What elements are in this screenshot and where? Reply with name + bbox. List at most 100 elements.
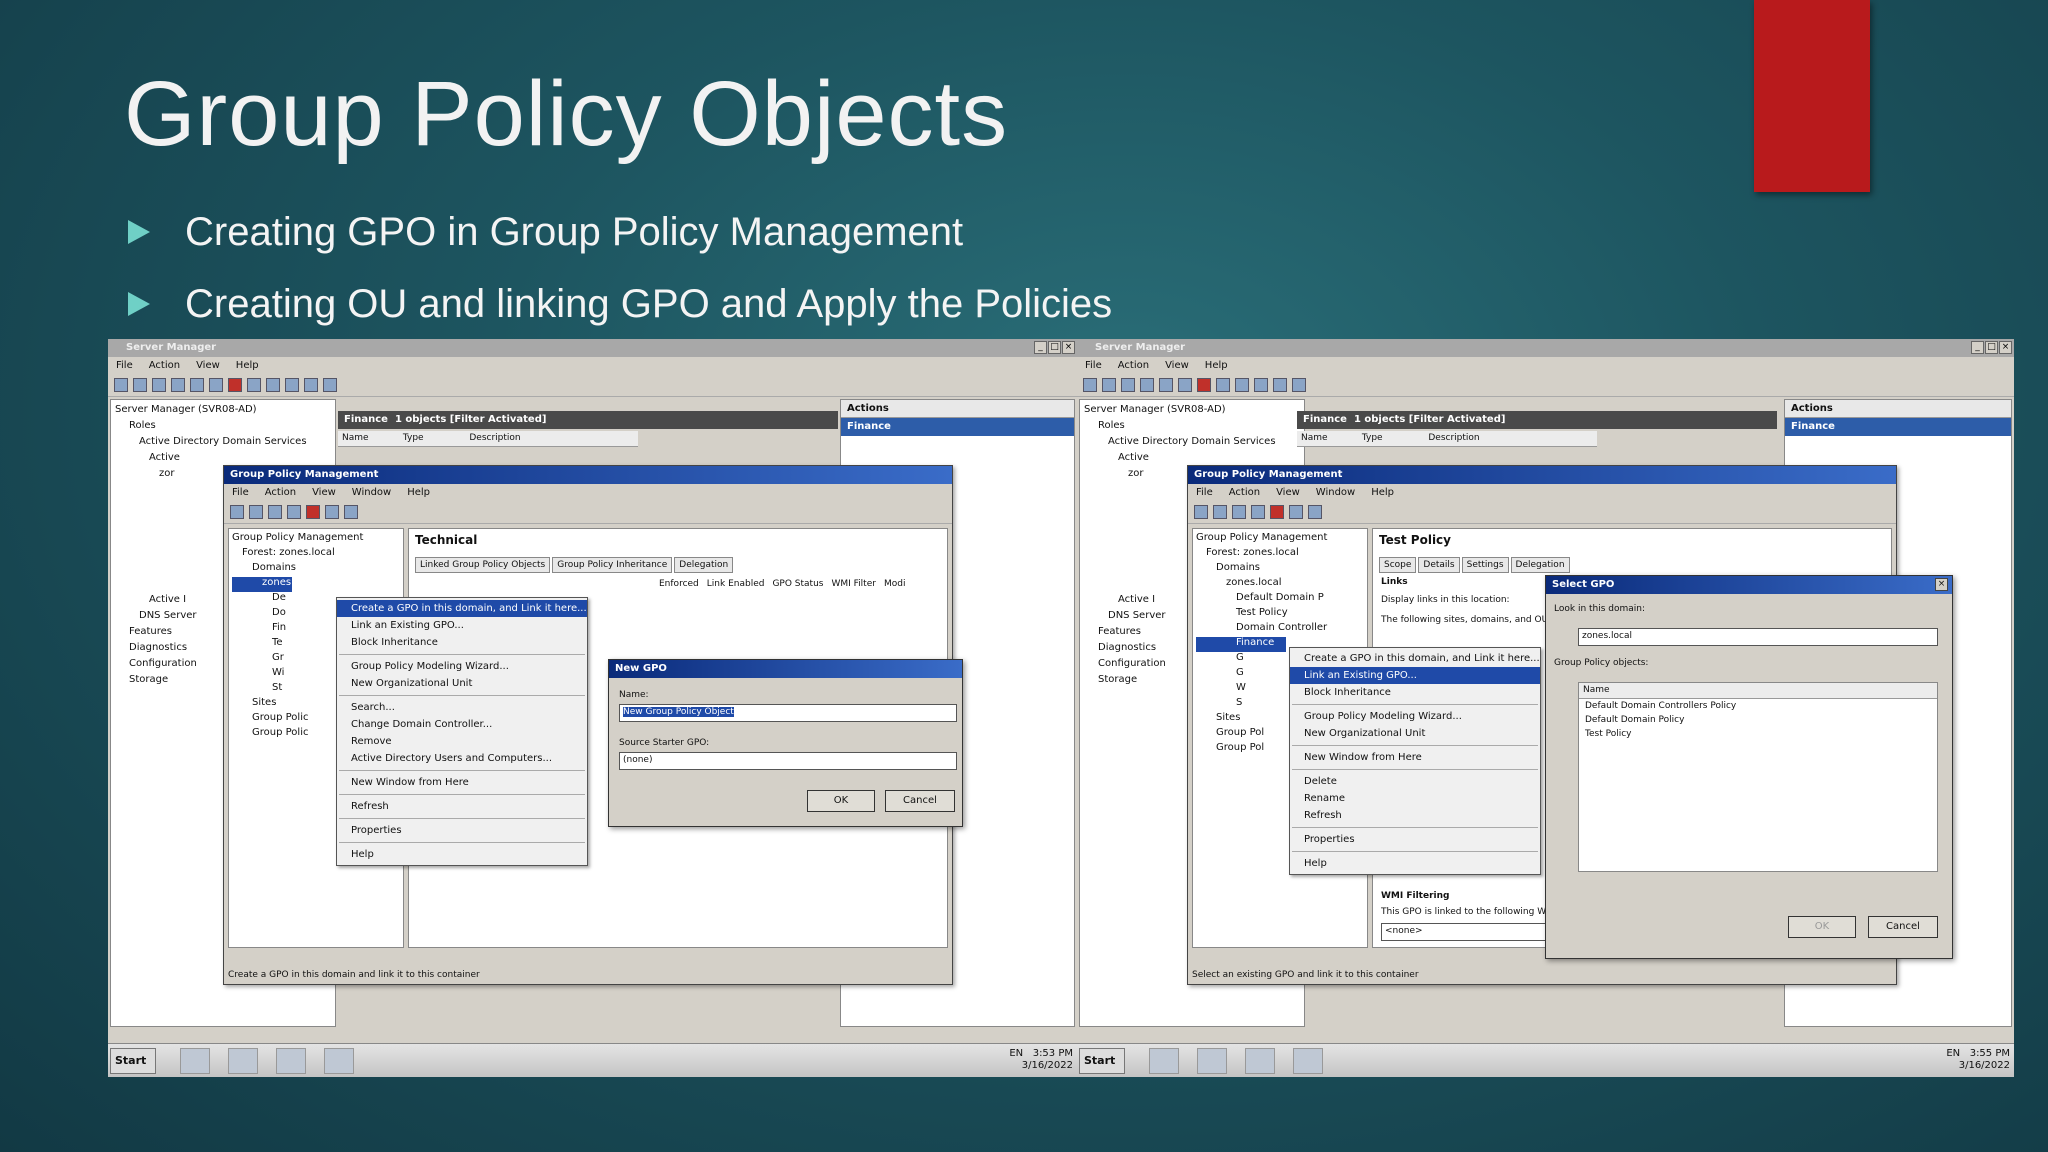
clock-time[interactable]: 3:53 PM: [1033, 1048, 1073, 1059]
menu-block-inheritance[interactable]: Block Inheritance: [337, 634, 587, 651]
forward-icon[interactable]: [1102, 378, 1116, 392]
gpm-menu-help[interactable]: Help: [1371, 487, 1394, 499]
powershell-icon[interactable]: [1197, 1048, 1227, 1074]
refresh-icon[interactable]: [1235, 378, 1249, 392]
gpm-tree-item-selected[interactable]: zones.local: [232, 577, 318, 592]
menu-link-existing[interactable]: Link an Existing GPO...: [1290, 667, 1540, 684]
menu-action[interactable]: Action: [149, 360, 180, 372]
column-name[interactable]: Name: [1301, 433, 1328, 443]
gpm-tree-item-selected[interactable]: Finance: [1196, 637, 1286, 652]
gpm-tree-item[interactable]: Domains: [232, 562, 400, 577]
gpm-tree-item[interactable]: Test Policy: [1196, 607, 1364, 622]
view-icon[interactable]: [1292, 378, 1306, 392]
back-icon[interactable]: [230, 505, 244, 519]
tree-item[interactable]: Roles: [115, 420, 331, 436]
menu-create-gpo[interactable]: Create a GPO in this domain, and Link it…: [337, 600, 587, 617]
server-manager-icon[interactable]: [180, 1048, 210, 1074]
gpo-list-item[interactable]: Test Policy: [1579, 727, 1937, 741]
export-icon[interactable]: [285, 378, 299, 392]
col-enforced[interactable]: Enforced: [659, 579, 699, 589]
col-link-enabled[interactable]: Link Enabled: [707, 579, 765, 589]
wmi-filter-select[interactable]: <none>: [1381, 923, 1551, 941]
gpo-list-header[interactable]: Name: [1579, 683, 1937, 699]
col-modified[interactable]: Modi: [884, 579, 906, 589]
refresh-icon[interactable]: [266, 378, 280, 392]
menu-help[interactable]: Help: [236, 360, 259, 372]
actions-finance[interactable]: Finance: [1785, 418, 2011, 436]
gpm-task-icon[interactable]: [1293, 1048, 1323, 1074]
gpm-menu-action[interactable]: Action: [265, 487, 296, 499]
up-icon[interactable]: [1232, 505, 1246, 519]
ok-button[interactable]: OK: [1788, 916, 1856, 938]
menu-rename[interactable]: Rename: [1290, 790, 1540, 807]
cancel-button[interactable]: Cancel: [885, 790, 955, 812]
menu-help[interactable]: Help: [337, 846, 587, 863]
starter-gpo-select[interactable]: (none): [619, 752, 957, 770]
menu-properties[interactable]: Properties: [1290, 831, 1540, 848]
gpm-tree-item[interactable]: Forest: zones.local: [1196, 547, 1364, 562]
gpm-task-icon[interactable]: [324, 1048, 354, 1074]
copy-icon[interactable]: [209, 378, 223, 392]
gpm-tree-item[interactable]: Domains: [1196, 562, 1364, 577]
menu-create-gpo[interactable]: Create a GPO in this domain, and Link it…: [1290, 650, 1540, 667]
help-icon[interactable]: [1308, 505, 1322, 519]
gpm-tree-item[interactable]: Group Policy Management: [232, 532, 400, 547]
new-icon[interactable]: [190, 378, 204, 392]
help-icon[interactable]: [304, 378, 318, 392]
gpo-name-field[interactable]: New Group Policy Object: [619, 704, 957, 722]
menu-new-ou[interactable]: New Organizational Unit: [1290, 725, 1540, 742]
minimize-button[interactable]: _: [1034, 341, 1047, 354]
menu-help[interactable]: Help: [1290, 855, 1540, 872]
clock-time[interactable]: 3:55 PM: [1970, 1048, 2010, 1059]
help-icon[interactable]: [344, 505, 358, 519]
refresh-icon[interactable]: [325, 505, 339, 519]
back-icon[interactable]: [1194, 505, 1208, 519]
gpm-menu-file[interactable]: File: [1196, 487, 1213, 499]
refresh-icon[interactable]: [1289, 505, 1303, 519]
close-icon[interactable]: ×: [1935, 578, 1948, 591]
new-icon[interactable]: [1251, 505, 1265, 519]
export-icon[interactable]: [1254, 378, 1268, 392]
domain-select[interactable]: zones.local: [1578, 628, 1938, 646]
menu-help[interactable]: Help: [1205, 360, 1228, 372]
start-button[interactable]: Start: [1079, 1048, 1125, 1074]
tab-details[interactable]: Details: [1418, 557, 1460, 573]
delete-icon[interactable]: [1270, 505, 1284, 519]
gpm-tree-item[interactable]: Group Policy Management: [1196, 532, 1364, 547]
forward-icon[interactable]: [1213, 505, 1227, 519]
col-wmi-filter[interactable]: WMI Filter: [831, 579, 875, 589]
delete-icon[interactable]: [306, 505, 320, 519]
tree-item[interactable]: Roles: [1084, 420, 1300, 436]
menu-refresh[interactable]: Refresh: [337, 798, 587, 815]
menu-ad-users[interactable]: Active Directory Users and Computers...: [337, 750, 587, 767]
menu-new-window[interactable]: New Window from Here: [337, 774, 587, 791]
menu-properties[interactable]: Properties: [337, 822, 587, 839]
gpm-menu-window[interactable]: Window: [1316, 487, 1355, 499]
tab-gp-inheritance[interactable]: Group Policy Inheritance: [552, 557, 673, 573]
copy-icon[interactable]: [1178, 378, 1192, 392]
language-indicator[interactable]: EN: [1009, 1048, 1023, 1059]
actions-finance[interactable]: Finance: [841, 418, 1074, 436]
tree-item[interactable]: Active Directory Domain Services: [115, 436, 331, 452]
maximize-button[interactable]: □: [1985, 341, 1998, 354]
menu-new-window[interactable]: New Window from Here: [1290, 749, 1540, 766]
explorer-icon[interactable]: [276, 1048, 306, 1074]
menu-search[interactable]: Search...: [337, 699, 587, 716]
gpm-menu-help[interactable]: Help: [407, 487, 430, 499]
delete-icon[interactable]: [228, 378, 242, 392]
gpm-tree-item[interactable]: Domain Controller: [1196, 622, 1364, 637]
properties-icon[interactable]: [1216, 378, 1230, 392]
tree-item[interactable]: Server Manager (SVR08-AD): [1084, 404, 1300, 420]
menu-modeling-wizard[interactable]: Group Policy Modeling Wizard...: [337, 658, 587, 675]
menu-change-dc[interactable]: Change Domain Controller...: [337, 716, 587, 733]
explorer-icon[interactable]: [1245, 1048, 1275, 1074]
menu-view[interactable]: View: [1165, 360, 1189, 372]
menu-link-existing[interactable]: Link an Existing GPO...: [337, 617, 587, 634]
gpm-menu-action[interactable]: Action: [1229, 487, 1260, 499]
tab-delegation[interactable]: Delegation: [674, 557, 734, 573]
menu-file[interactable]: File: [1085, 360, 1102, 372]
show-hide-icon[interactable]: [171, 378, 185, 392]
gpm-menu-file[interactable]: File: [232, 487, 249, 499]
forward-icon[interactable]: [133, 378, 147, 392]
back-icon[interactable]: [114, 378, 128, 392]
